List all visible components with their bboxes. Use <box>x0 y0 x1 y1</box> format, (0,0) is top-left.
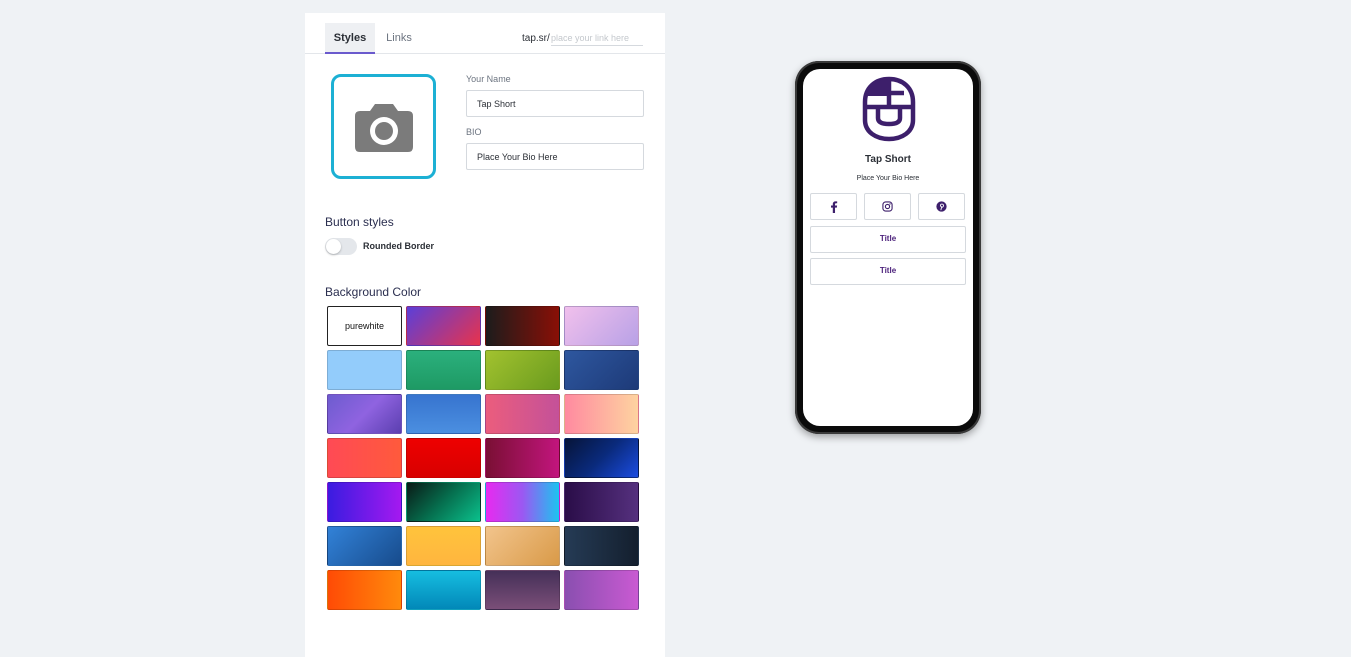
button-styles-heading: Button styles <box>325 215 394 229</box>
preview-bio: Place Your Bio Here <box>856 175 920 182</box>
background-swatch[interactable] <box>327 526 402 566</box>
pinterest-button[interactable] <box>918 193 965 220</box>
background-swatch[interactable] <box>485 350 560 390</box>
background-swatch[interactable] <box>406 570 481 610</box>
pinterest-icon <box>936 201 947 212</box>
preview-link-button[interactable]: Title <box>810 258 966 285</box>
background-swatch[interactable] <box>327 438 402 478</box>
background-swatch[interactable] <box>564 438 639 478</box>
tab-links[interactable]: Links <box>383 23 415 54</box>
rounded-border-toggle[interactable] <box>325 238 357 255</box>
tab-styles[interactable]: Styles <box>325 23 375 54</box>
tap-short-logo <box>862 76 916 142</box>
preview-link-button[interactable]: Title <box>810 226 966 253</box>
background-swatch[interactable] <box>485 482 560 522</box>
background-swatch[interactable] <box>406 438 481 478</box>
background-swatch[interactable] <box>485 438 560 478</box>
name-input[interactable] <box>466 90 644 117</box>
phone-preview: Tap Short Place Your Bio Here Title Titl… <box>795 61 981 434</box>
name-label: Your Name <box>466 74 511 84</box>
bio-label: BIO <box>466 127 482 137</box>
instagram-icon <box>882 201 893 212</box>
preview-name: Tap Short <box>865 154 911 165</box>
bio-input[interactable] <box>466 143 644 170</box>
background-swatch-grid: purewhite <box>327 306 640 610</box>
background-swatch[interactable] <box>406 394 481 434</box>
facebook-icon <box>830 200 837 213</box>
background-swatch[interactable] <box>564 350 639 390</box>
style-editor-panel: Styles Links tap.sr/ Your Name BIO Butto… <box>305 13 665 657</box>
background-swatch[interactable] <box>485 306 560 346</box>
background-swatch[interactable] <box>564 570 639 610</box>
profile-photo-upload[interactable] <box>331 74 436 179</box>
toggle-knob <box>326 239 341 254</box>
background-swatch[interactable] <box>406 306 481 346</box>
background-swatch[interactable] <box>564 526 639 566</box>
instagram-button[interactable] <box>864 193 911 220</box>
background-swatch[interactable] <box>564 394 639 434</box>
rounded-border-label: Rounded Border <box>363 241 434 251</box>
background-swatch[interactable] <box>485 526 560 566</box>
background-swatch[interactable] <box>406 350 481 390</box>
background-swatch[interactable] <box>564 306 639 346</box>
phone-screen: Tap Short Place Your Bio Here Title Titl… <box>803 69 973 426</box>
background-color-heading: Background Color <box>325 285 422 299</box>
background-swatch[interactable] <box>327 394 402 434</box>
background-swatch[interactable] <box>485 570 560 610</box>
camera-icon <box>354 103 413 152</box>
background-swatch[interactable]: purewhite <box>327 306 402 346</box>
link-input[interactable] <box>551 31 643 46</box>
facebook-button[interactable] <box>810 193 857 220</box>
tab-bar: Styles Links tap.sr/ <box>305 13 665 54</box>
url-prefix: tap.sr/ <box>522 33 550 44</box>
background-swatch[interactable] <box>327 350 402 390</box>
background-swatch[interactable] <box>406 526 481 566</box>
background-swatch[interactable] <box>327 570 402 610</box>
background-swatch[interactable] <box>327 482 402 522</box>
background-swatch[interactable] <box>406 482 481 522</box>
background-swatch[interactable] <box>485 394 560 434</box>
background-swatch[interactable] <box>564 482 639 522</box>
